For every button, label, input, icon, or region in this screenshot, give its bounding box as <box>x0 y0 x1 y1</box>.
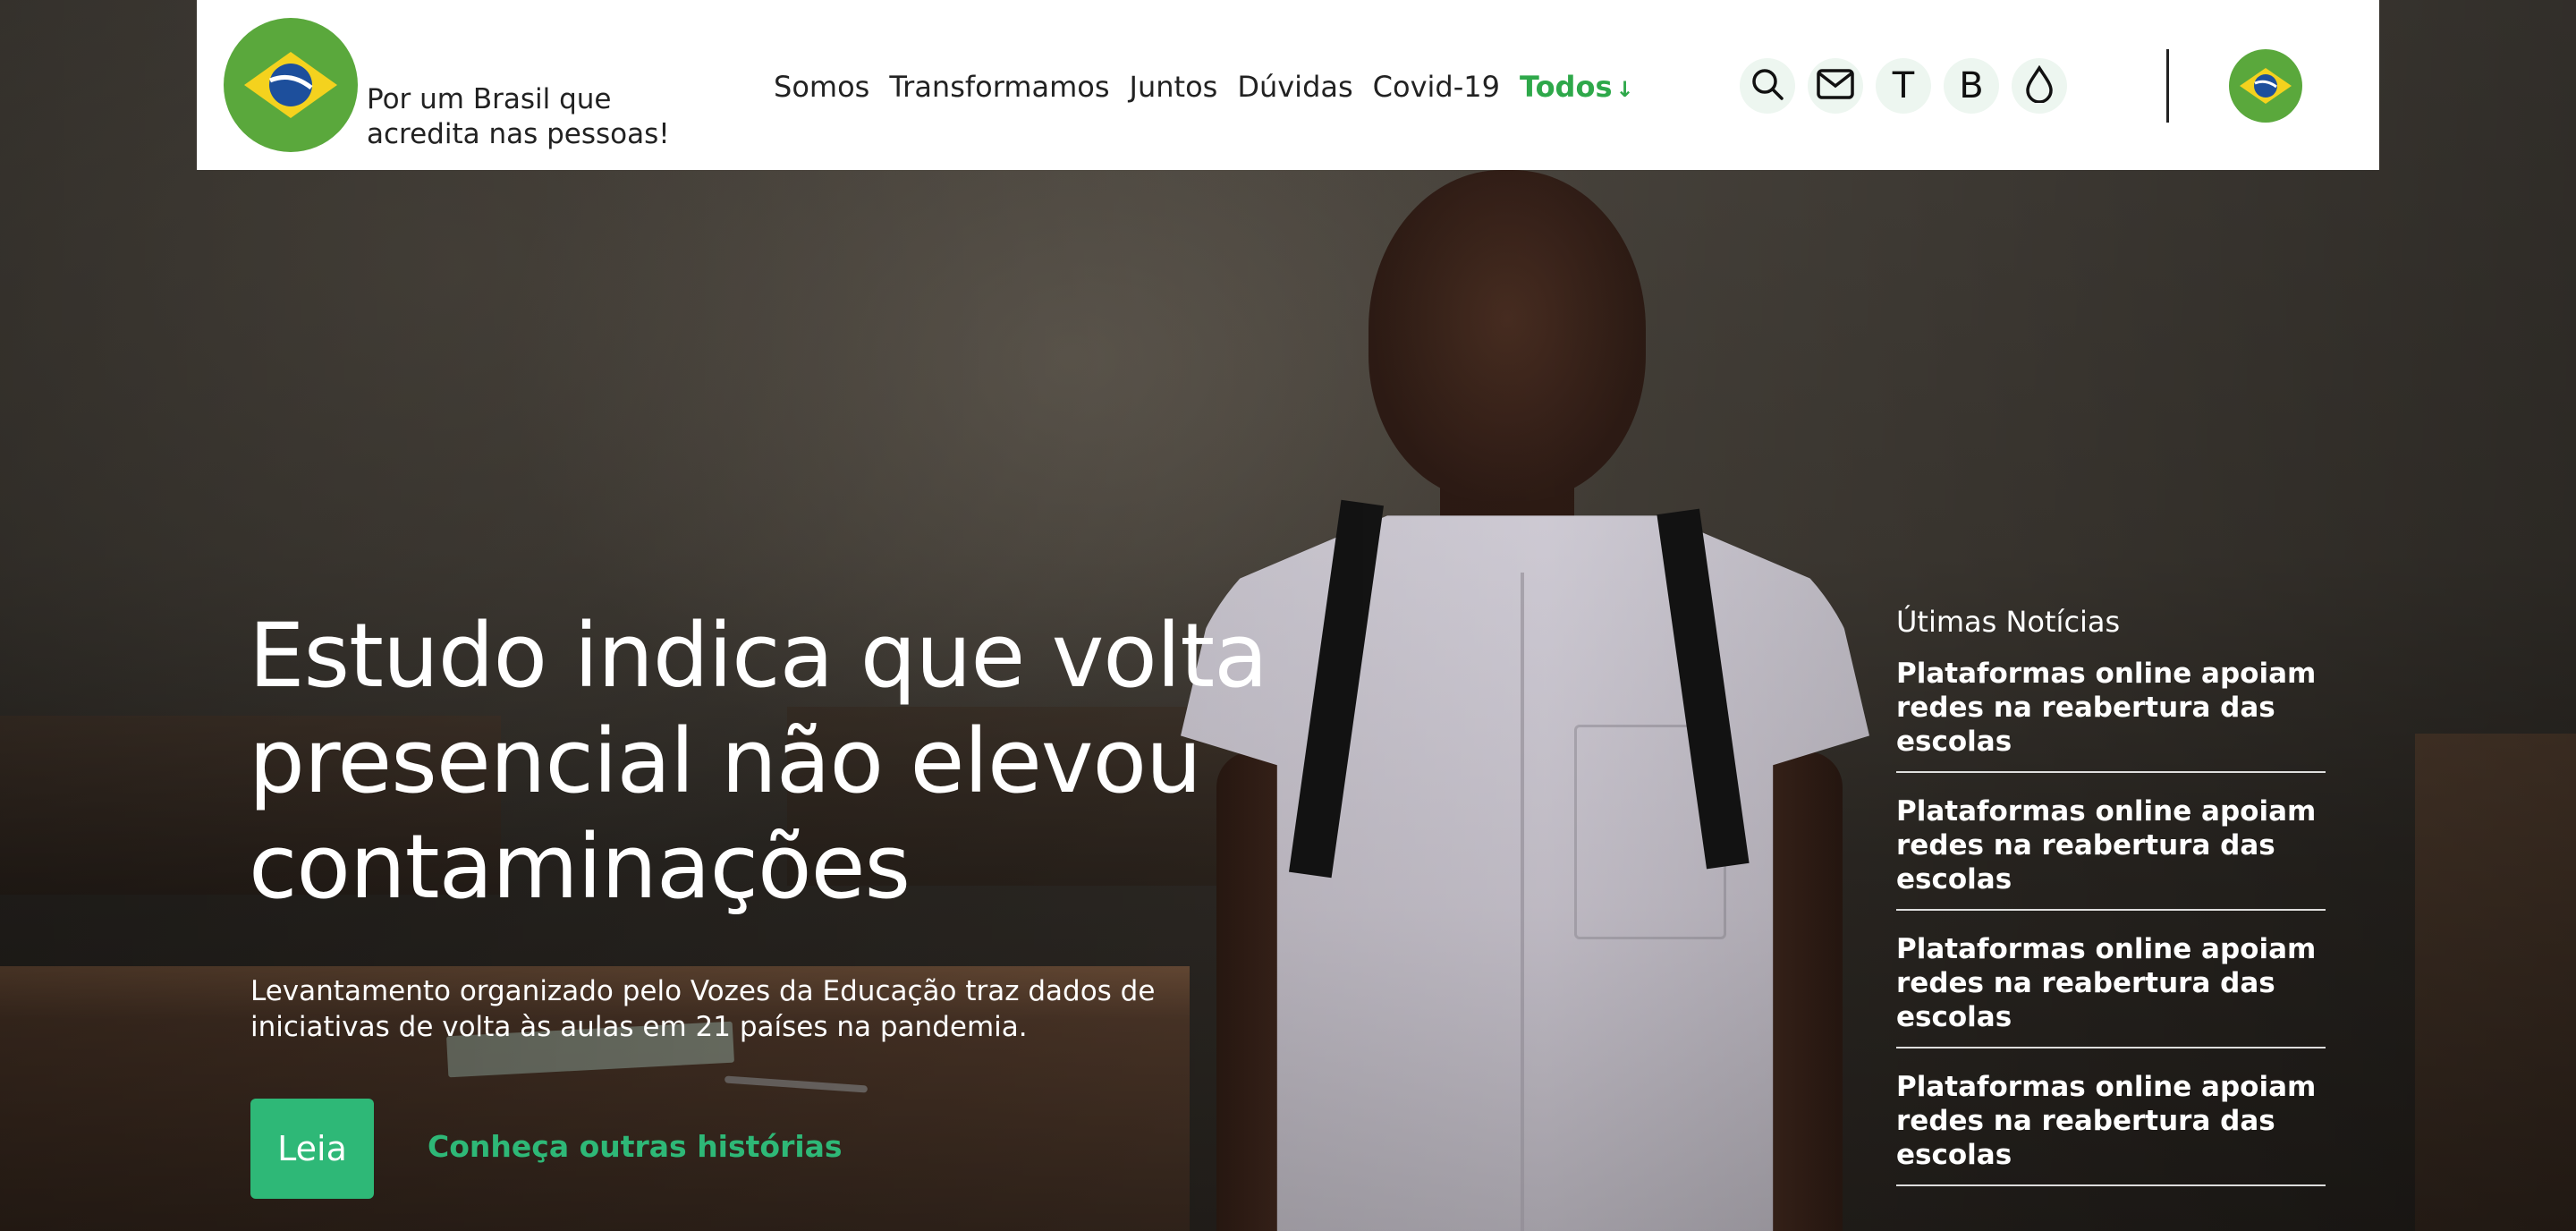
toolbar-icons: T B <box>1740 58 2080 114</box>
text-b-icon: B <box>1959 65 1984 106</box>
news-item[interactable]: Plataformas online apoiam redes na reabe… <box>1896 1070 2326 1186</box>
nav-item-juntos[interactable]: Juntos <box>1130 70 1218 104</box>
search-button[interactable] <box>1740 58 1795 114</box>
site-tagline: Por um Brasil que acredita nas pessoas! <box>367 83 670 150</box>
contrast-button[interactable] <box>2012 58 2067 114</box>
more-stories-link[interactable]: Conheça outras histórias <box>428 1129 843 1164</box>
read-button[interactable]: Leia <box>250 1099 374 1199</box>
news-item[interactable]: Plataformas online apoiam redes na reabe… <box>1896 657 2326 773</box>
drop-icon <box>2024 64 2055 106</box>
text-t-button[interactable]: T <box>1876 58 1931 114</box>
news-item-text: Plataformas online apoiam redes na reabe… <box>1896 658 2317 758</box>
nav-item-somos[interactable]: Somos <box>774 70 869 104</box>
hero-subtitle: Levantamento organizado pelo Vozes da Ed… <box>250 975 1156 1043</box>
latest-news-title: Útimas Notícias <box>1896 605 2121 639</box>
brazil-flag-icon <box>2229 68 2302 123</box>
hero-headline: Estudo indica que volta presencial não e… <box>249 605 1268 919</box>
arrow-down-icon: ↓ <box>1615 77 1634 102</box>
news-item-text: Plataformas online apoiam redes na reabe… <box>1896 795 2317 896</box>
language-selector[interactable] <box>2229 49 2302 123</box>
latest-news: Útimas Notícias Plataformas online apoia… <box>1896 605 2326 1208</box>
news-item-text: Plataformas online apoiam redes na reabe… <box>1896 933 2317 1033</box>
main-nav: Somos Transformamos Juntos Dúvidas Covid… <box>774 64 1654 109</box>
nav-item-todos-label: Todos <box>1519 70 1613 104</box>
text-b-button[interactable]: B <box>1944 58 1999 114</box>
nav-item-duvidas[interactable]: Dúvidas <box>1237 70 1352 104</box>
news-item-text: Plataformas online apoiam redes na reabe… <box>1896 1071 2317 1171</box>
news-item[interactable]: Plataformas online apoiam redes na reabe… <box>1896 932 2326 1048</box>
mail-button[interactable] <box>1808 58 1863 114</box>
nav-item-todos[interactable]: Todos ↓ <box>1520 70 1634 104</box>
nav-item-transformamos[interactable]: Transformamos <box>889 70 1109 104</box>
search-icon <box>1750 66 1785 106</box>
mail-icon <box>1816 68 1855 104</box>
nav-item-covid-19[interactable]: Covid-19 <box>1373 70 1500 104</box>
header-divider <box>2166 49 2169 123</box>
news-item[interactable]: Plataformas online apoiam redes na reabe… <box>1896 794 2326 911</box>
text-t-icon: T <box>1892 65 1915 106</box>
brazil-flag-icon[interactable] <box>224 18 358 152</box>
site-header: Por um Brasil que acredita nas pessoas! … <box>197 0 2379 170</box>
